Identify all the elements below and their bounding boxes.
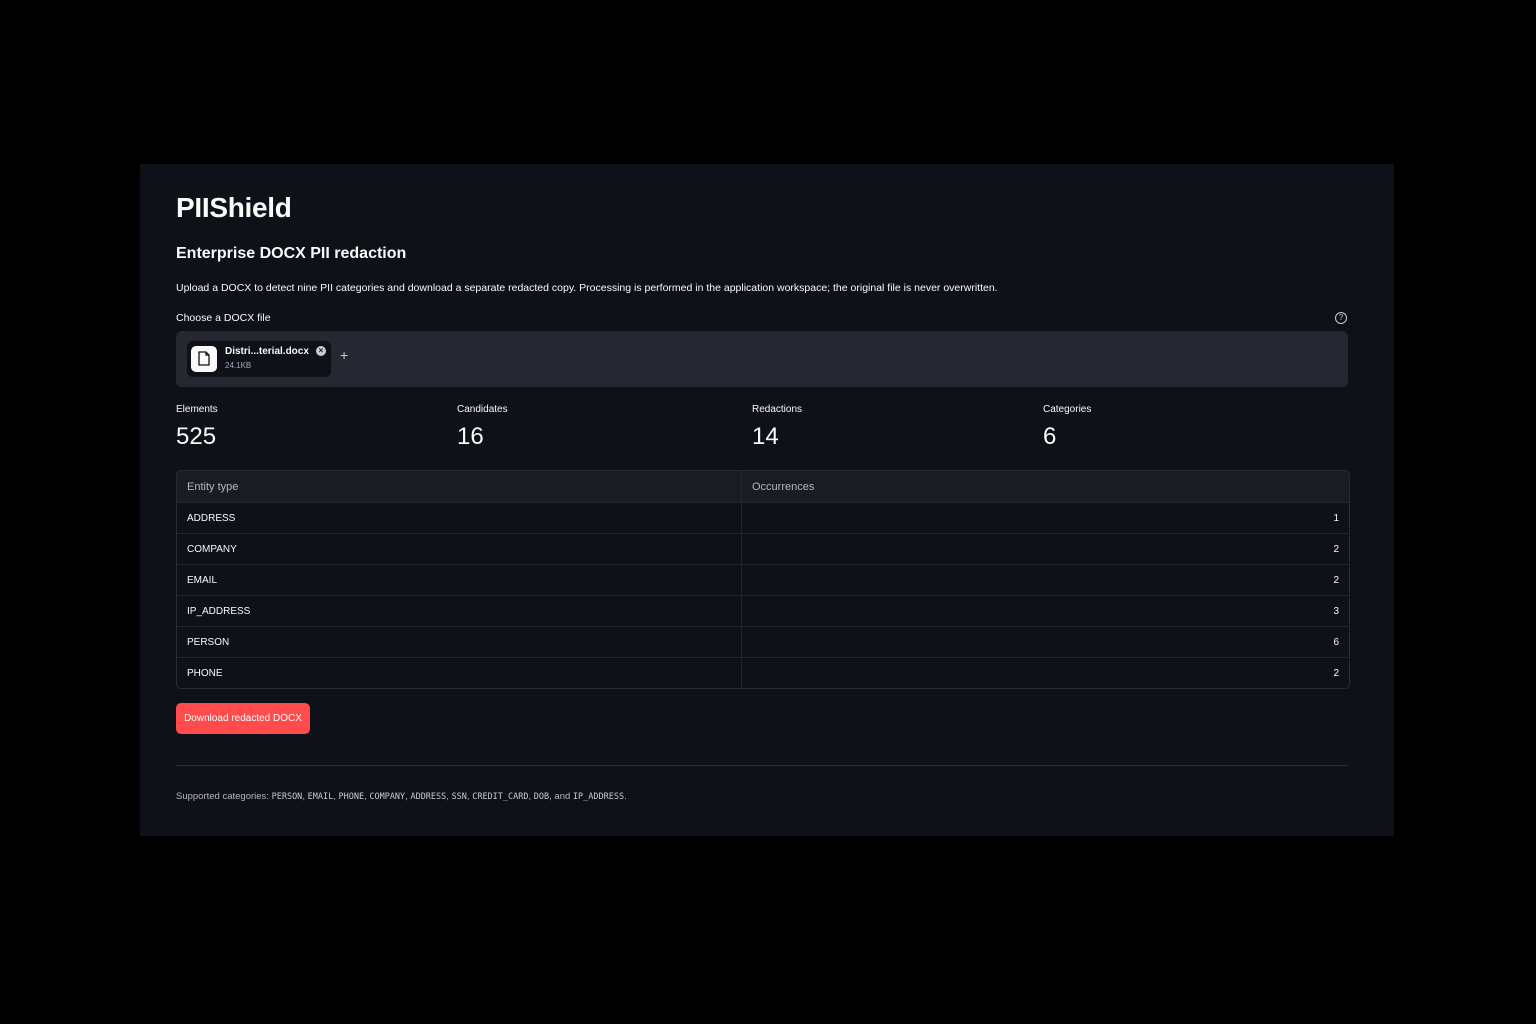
table-row: PHONE 2 xyxy=(177,657,1349,688)
uploader-label: Choose a DOCX file xyxy=(176,312,271,324)
metric-categories: Categories 6 xyxy=(1043,404,1091,451)
footer-suffix: . xyxy=(624,791,627,802)
uploaded-file-chip: Distri...terial.docx 24.1KB × xyxy=(187,341,331,377)
footer-prefix: Supported categories: xyxy=(176,791,272,802)
file-name: Distri...terial.docx xyxy=(225,346,309,357)
close-icon[interactable]: × xyxy=(316,346,326,356)
metric-value: 14 xyxy=(752,423,779,450)
table-row: EMAIL 2 xyxy=(177,564,1349,595)
question-circle-icon[interactable]: ? xyxy=(1335,312,1347,324)
category-code: PHONE xyxy=(338,792,365,802)
metric-value: 16 xyxy=(457,423,484,450)
entity-type-cell: EMAIL xyxy=(177,565,742,595)
metric-elements: Elements 525 xyxy=(176,404,218,451)
metric-label: Candidates xyxy=(457,404,508,415)
table-row: ADDRESS 1 xyxy=(177,502,1349,533)
plus-icon[interactable]: + xyxy=(340,347,348,363)
table-row: PERSON 6 xyxy=(177,626,1349,657)
column-header-occurrences[interactable]: Occurrences xyxy=(742,471,1349,502)
metric-label: Elements xyxy=(176,404,218,415)
table-row: IP_ADDRESS 3 xyxy=(177,595,1349,626)
category-code: EMAIL xyxy=(307,792,334,802)
metric-value: 6 xyxy=(1043,423,1057,450)
file-icon xyxy=(191,346,217,372)
metric-candidates: Candidates 16 xyxy=(457,404,508,451)
page-title: PIIShield xyxy=(176,192,292,223)
category-code: COMPANY xyxy=(369,792,406,802)
category-code: ADDRESS xyxy=(410,792,447,802)
occurrences-cell: 1 xyxy=(1333,512,1339,524)
file-dropzone[interactable]: Distri...terial.docx 24.1KB × + xyxy=(176,331,1348,387)
entity-type-cell: PERSON xyxy=(177,627,742,657)
metric-value: 525 xyxy=(176,423,217,450)
occurrences-cell: 6 xyxy=(1333,636,1339,648)
category-code: SSN xyxy=(451,792,467,802)
page-subtitle: Enterprise DOCX PII redaction xyxy=(176,245,407,262)
table-row: COMPANY 2 xyxy=(177,533,1349,564)
category-code: IP_ADDRESS xyxy=(572,792,625,802)
occurrences-cell: 2 xyxy=(1333,667,1339,679)
download-redacted-button[interactable]: Download redacted DOCX xyxy=(176,703,310,734)
metric-redactions: Redactions 14 xyxy=(752,404,802,451)
column-header-entity-type[interactable]: Entity type xyxy=(177,471,742,502)
entity-table[interactable]: Entity type Occurrences ADDRESS 1 COMPAN… xyxy=(176,470,1350,689)
category-code: DOB xyxy=(533,792,550,802)
table-header-row: Entity type Occurrences xyxy=(177,471,1349,502)
app-container: PIIShield Enterprise DOCX PII redaction … xyxy=(140,164,1394,836)
footer-and: , and xyxy=(549,791,573,802)
entity-type-cell: COMPANY xyxy=(177,534,742,564)
metric-label: Categories xyxy=(1043,404,1092,415)
footer-supported-categories: Supported categories: PERSON, EMAIL, PHO… xyxy=(176,791,627,802)
entity-type-cell: PHONE xyxy=(177,658,742,688)
occurrences-cell: 2 xyxy=(1333,574,1339,586)
entity-type-cell: IP_ADDRESS xyxy=(177,596,742,626)
occurrences-cell: 2 xyxy=(1333,543,1339,555)
metric-label: Redactions xyxy=(752,404,803,415)
entity-type-cell: ADDRESS xyxy=(177,503,742,533)
category-code: PERSON xyxy=(271,792,303,802)
file-size: 24.1KB xyxy=(225,361,252,370)
divider xyxy=(176,765,1348,766)
page-description: Upload a DOCX to detect nine PII categor… xyxy=(176,282,998,294)
category-code: CREDIT_CARD xyxy=(472,792,529,802)
occurrences-cell: 3 xyxy=(1333,605,1339,617)
